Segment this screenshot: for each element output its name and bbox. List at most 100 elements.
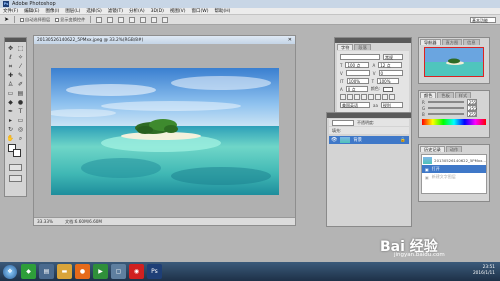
background-color-swatch[interactable]	[13, 149, 21, 157]
menu-window[interactable]: 窗口(W)	[191, 8, 208, 14]
eyedropper-icon[interactable]: ⁄	[16, 62, 25, 70]
lasso-icon[interactable]: ℓ	[6, 53, 15, 61]
blue-slider[interactable]	[427, 113, 464, 115]
auto-select-option[interactable]: 自动选择图层	[20, 17, 50, 23]
system-clock[interactable]: 23:51 2016/1/11	[473, 265, 495, 277]
app-icon-red[interactable]: ◉	[129, 264, 144, 279]
navigator-preview[interactable]	[424, 47, 484, 77]
show-transform-option[interactable]: 显示变换控件	[55, 17, 85, 23]
panel-header[interactable]	[327, 113, 411, 118]
zoom-icon[interactable]: ⌕	[16, 135, 25, 143]
baseline-field[interactable]: 0 点	[345, 86, 368, 92]
menu-help[interactable]: 帮助(H)	[214, 8, 230, 14]
tab-info[interactable]: 信息	[463, 39, 480, 45]
photoshop-taskbar-icon[interactable]: Ps	[147, 264, 162, 279]
app-icon-window[interactable]: ▢	[111, 264, 126, 279]
pen-icon[interactable]: ✒	[6, 108, 15, 116]
menu-view[interactable]: 视图(V)	[170, 8, 186, 14]
screen-mode-button[interactable]	[9, 175, 22, 182]
shape-icon[interactable]: ▭	[16, 117, 25, 125]
vertical-scale-field[interactable]: 100%	[346, 78, 369, 84]
tab-character[interactable]: 字符	[337, 44, 354, 50]
menu-analysis[interactable]: 分析(A)	[129, 8, 145, 14]
dodge-icon[interactable]: ●	[16, 99, 25, 107]
superscript-button[interactable]	[368, 94, 374, 100]
align-middle-button[interactable]	[107, 16, 114, 23]
workspace-select[interactable]: 基本功能	[470, 16, 496, 23]
tab-styles[interactable]: 样式	[454, 92, 472, 98]
move-icon[interactable]: ✥	[6, 44, 15, 52]
strikethrough-button[interactable]	[389, 94, 395, 100]
magic-wand-icon[interactable]: ✧	[16, 53, 25, 61]
font-size-field[interactable]: 100 点	[345, 62, 370, 68]
crop-icon[interactable]: ⌗	[6, 63, 15, 71]
marquee-icon[interactable]: ⬚	[16, 44, 25, 52]
tab-actions[interactable]: 动作	[445, 146, 463, 152]
menu-3d[interactable]: 3D(D)	[151, 9, 164, 14]
history-item-selected[interactable]: ▣ 打开	[422, 165, 486, 173]
eraser-icon[interactable]: ▭	[6, 90, 15, 98]
close-icon[interactable]: ✕	[288, 37, 292, 43]
tab-paragraph[interactable]: 段落	[354, 44, 371, 50]
subscript-button[interactable]	[375, 94, 381, 100]
3d-rotate-icon[interactable]: ↻	[6, 126, 15, 134]
eye-icon[interactable]: 👁	[331, 137, 337, 143]
small-caps-button[interactable]	[361, 94, 367, 100]
menu-image[interactable]: 图像(I)	[45, 8, 59, 14]
distribute-button[interactable]	[162, 16, 169, 23]
leading-field[interactable]: 12 点	[378, 62, 403, 68]
folder-icon[interactable]: ▬	[57, 264, 72, 279]
menu-filter[interactable]: 滤镜(T)	[108, 8, 123, 14]
layer-row[interactable]: 👁 背景 🔒	[329, 136, 409, 144]
tab-navigator[interactable]: 导航器	[420, 39, 441, 45]
media-player-icon[interactable]: ▶	[93, 264, 108, 279]
menu-select[interactable]: 选择(S)	[86, 8, 101, 14]
align-top-button[interactable]	[96, 16, 103, 23]
tab-swatches[interactable]: 色板	[437, 92, 454, 98]
app-icon-gallery[interactable]: ▤	[39, 264, 54, 279]
font-family-select[interactable]	[340, 54, 380, 60]
language-select[interactable]: 美国英语	[340, 102, 370, 108]
app-icon-green[interactable]: ◆	[21, 264, 36, 279]
stamp-icon[interactable]: ♙	[6, 81, 15, 89]
kerning-field[interactable]	[345, 70, 370, 76]
bold-button[interactable]	[340, 94, 346, 100]
path-select-icon[interactable]: ▸	[6, 117, 15, 125]
green-slider[interactable]	[428, 107, 465, 109]
auto-select-checkbox[interactable]	[20, 17, 25, 22]
underline-button[interactable]	[382, 94, 388, 100]
tab-color[interactable]: 颜色	[420, 92, 437, 98]
menu-edit[interactable]: 编辑(E)	[24, 8, 39, 14]
history-item[interactable]: ▣ 新建文字图层	[422, 173, 486, 181]
antialias-select[interactable]: 锐利	[380, 102, 403, 108]
canvas-area[interactable]	[34, 44, 295, 218]
gradient-icon[interactable]: ▤	[16, 90, 25, 98]
hand-icon[interactable]: ✋	[6, 135, 15, 143]
tab-histogram[interactable]: 直方图	[441, 39, 463, 45]
document-title-bar[interactable]: 20130526140622_5PMxx.jpeg @ 33.2%(RGB/8#…	[34, 36, 295, 44]
firefox-icon[interactable]: ●	[75, 264, 90, 279]
font-style-select[interactable]: 常规	[383, 54, 403, 60]
horizontal-scale-field[interactable]: 100%	[377, 78, 400, 84]
align-right-button[interactable]	[151, 16, 158, 23]
align-left-button[interactable]	[129, 16, 136, 23]
quick-mask-button[interactable]	[9, 164, 22, 171]
move-tool-icon[interactable]: ➤	[4, 16, 9, 23]
menu-layer[interactable]: 图层(L)	[65, 8, 80, 14]
text-color-swatch[interactable]	[383, 86, 394, 92]
healing-icon[interactable]: ✚	[6, 72, 15, 80]
menu-file[interactable]: 文件(F)	[3, 8, 18, 14]
blend-mode-select[interactable]	[332, 119, 354, 126]
start-button[interactable]: ❖	[3, 264, 17, 279]
align-center-button[interactable]	[140, 16, 147, 23]
italic-button[interactable]	[347, 94, 353, 100]
zoom-level[interactable]: 33.33%	[37, 219, 53, 224]
red-slider[interactable]	[427, 101, 464, 103]
blue-value[interactable]: 255	[466, 111, 477, 117]
tab-history[interactable]: 历史记录	[420, 146, 445, 152]
tracking-field[interactable]: 0	[378, 70, 403, 76]
color-spectrum-bar[interactable]	[422, 119, 486, 125]
show-transform-checkbox[interactable]	[55, 17, 60, 22]
caps-button[interactable]	[354, 94, 360, 100]
history-item[interactable]: 20130526140622_5PMxx...	[422, 155, 486, 165]
